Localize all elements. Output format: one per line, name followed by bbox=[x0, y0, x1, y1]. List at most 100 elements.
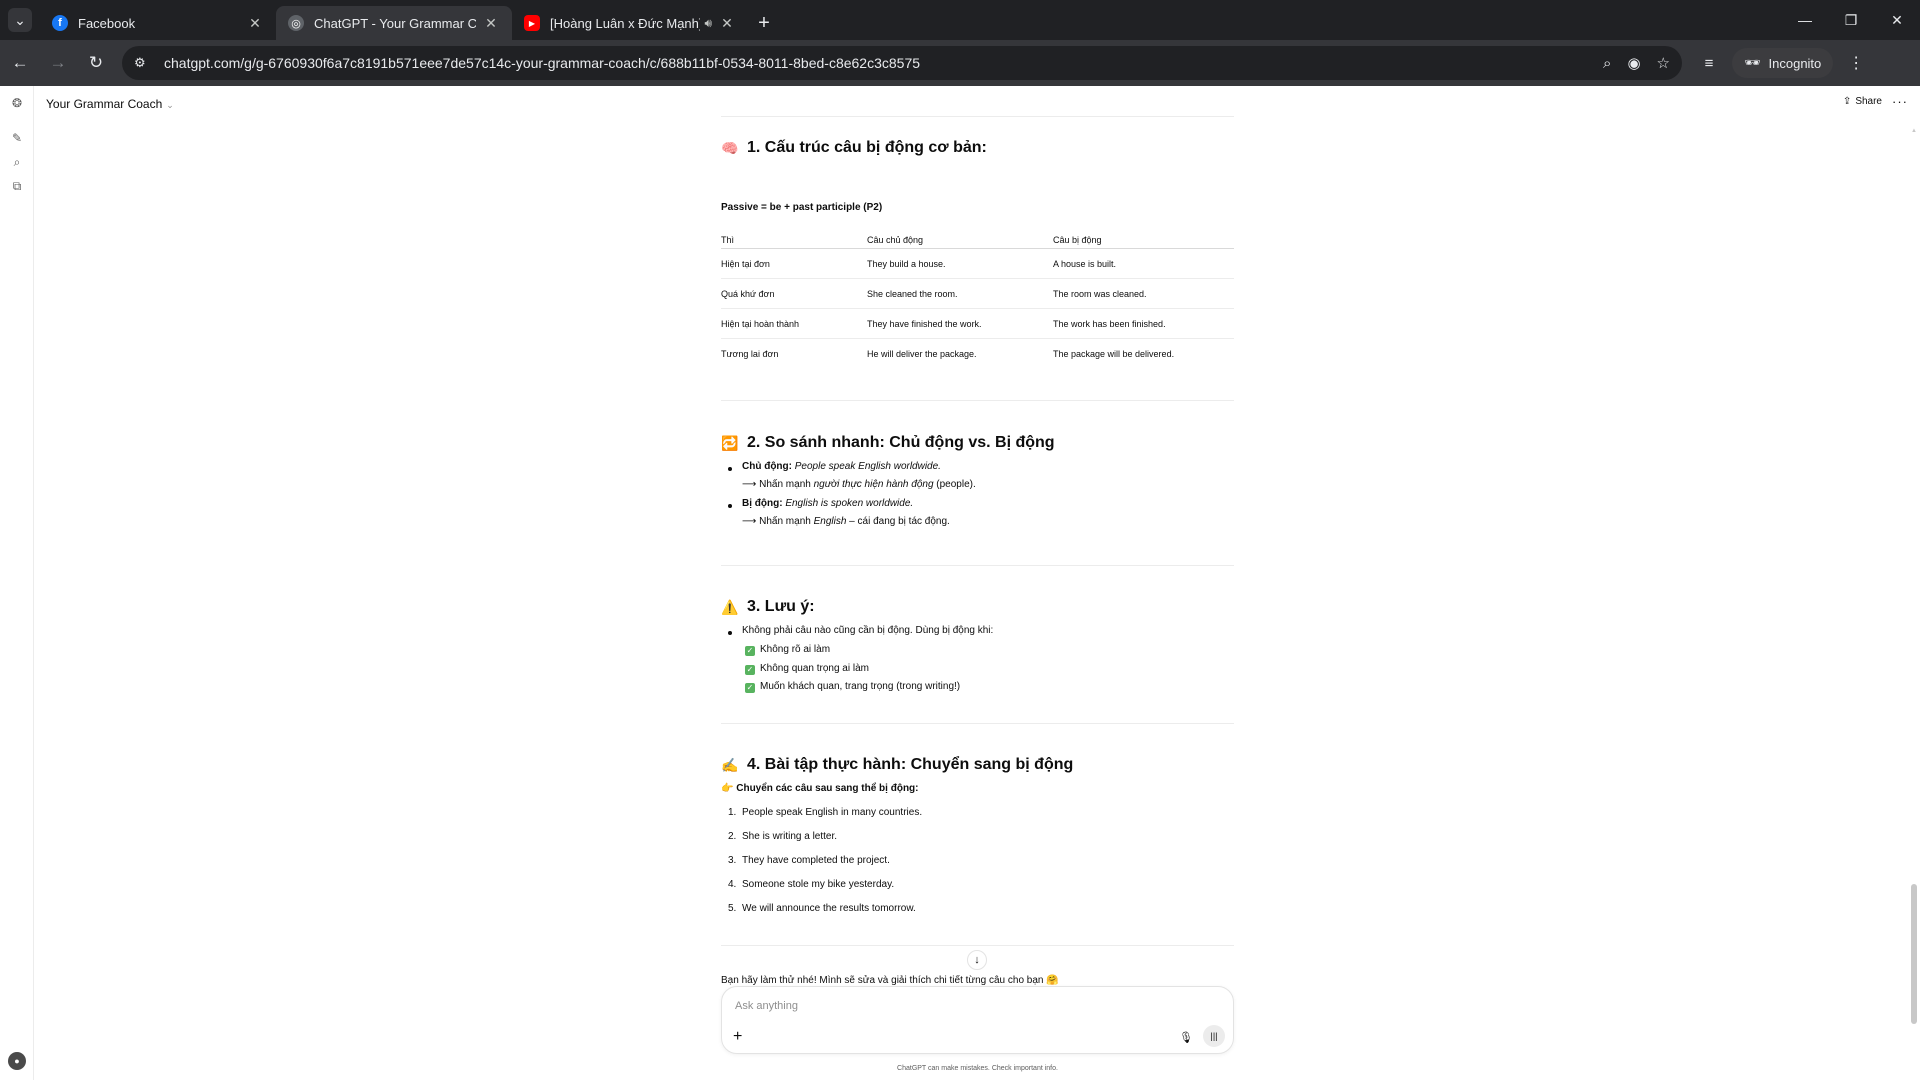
tab-search-button[interactable]: ⌄ bbox=[0, 0, 40, 40]
list-item: People speak English in many countries. bbox=[742, 807, 923, 818]
attach-plus-icon[interactable]: + bbox=[733, 1028, 742, 1046]
back-button[interactable]: ← bbox=[2, 45, 38, 81]
close-icon[interactable]: ✕ bbox=[246, 14, 264, 32]
item-label: Bị động: bbox=[742, 498, 783, 509]
bullet-icon bbox=[728, 467, 732, 471]
search-icon[interactable]: ⌕ bbox=[9, 154, 25, 170]
heading-text: 1. Cấu trúc câu bị động cơ bản: bbox=[747, 139, 987, 156]
share-button[interactable]: ⇪ Share bbox=[1843, 96, 1882, 107]
scrollbar[interactable]: ▲ ▼ bbox=[1908, 122, 1920, 1024]
list-item: Chủ động: People speak English worldwide… bbox=[742, 461, 941, 472]
table-row: Quá khứ đơn She cleaned the room. The ro… bbox=[721, 278, 1234, 309]
gpt-name: Your Grammar Coach bbox=[46, 97, 163, 111]
minimize-icon[interactable]: — bbox=[1782, 0, 1828, 40]
tab-chatgpt[interactable]: ◎ ChatGPT - Your Grammar Coach ✕ bbox=[276, 6, 512, 40]
table-cell: Tương lai đơn bbox=[721, 349, 779, 360]
incognito-icon: 🕶︎ bbox=[1744, 55, 1761, 70]
section-heading: ⚠️ 3. Lưu ý: bbox=[721, 598, 814, 616]
chatgpt-logo-icon[interactable]: ❂ bbox=[9, 95, 25, 111]
incognito-badge[interactable]: 🕶︎ Incognito bbox=[1732, 48, 1834, 78]
site-info-icon[interactable]: ⚙ bbox=[134, 55, 156, 71]
table-cell: He will deliver the package. bbox=[867, 349, 977, 360]
table-cell: They have finished the work. bbox=[867, 308, 1053, 339]
disclaimer: ChatGPT can make mistakes. Check importa… bbox=[897, 1065, 1058, 1072]
chevron-down-icon: ⌄ bbox=[8, 8, 32, 32]
note-emphasis: người thực hiện hành động bbox=[813, 479, 934, 490]
reload-button[interactable]: ↻ bbox=[78, 45, 114, 81]
forward-button[interactable]: → bbox=[40, 45, 76, 81]
zoom-icon[interactable]: ⌕ bbox=[1603, 55, 1611, 72]
scroll-to-bottom-button[interactable]: ↓ bbox=[967, 950, 987, 970]
close-icon[interactable]: ✕ bbox=[482, 14, 500, 32]
divider bbox=[721, 723, 1234, 724]
tab-youtube[interactable]: ▶ [Hoàng Luân x Đức Mạnh] Bạn 🔊︎ ✕ bbox=[512, 6, 748, 40]
voice-mode-button[interactable]: ||| bbox=[1203, 1025, 1225, 1047]
new-chat-icon[interactable]: ✎ bbox=[9, 130, 25, 146]
chevron-down-icon: ⌄ bbox=[166, 100, 174, 110]
list-item: They have completed the project. bbox=[742, 855, 890, 866]
tab-facebook[interactable]: f Facebook ✕ bbox=[40, 6, 276, 40]
table-header: Câu chủ động bbox=[867, 224, 1053, 249]
microphone-icon[interactable]: 🎙︎ bbox=[1179, 1031, 1193, 1044]
item-example: People speak English worldwide. bbox=[794, 461, 941, 472]
url-text[interactable]: chatgpt.com/g/g-6760930f6a7c8191b571eee7… bbox=[164, 55, 1587, 71]
message-composer[interactable]: Ask anything + 🎙︎ ||| bbox=[721, 986, 1234, 1054]
scroll-down-icon[interactable]: ▼ bbox=[1911, 1014, 1917, 1020]
scrollbar-thumb[interactable] bbox=[1911, 884, 1917, 1024]
note-prefix: ⟶ Nhấn mạnh bbox=[742, 516, 814, 527]
close-icon[interactable]: ✕ bbox=[718, 14, 736, 32]
section-heading: 🧠 1. Cấu trúc câu bị động cơ bản: bbox=[721, 139, 987, 157]
table-header: Thì bbox=[721, 224, 867, 249]
incognito-label: Incognito bbox=[1768, 55, 1822, 71]
bullet-icon bbox=[728, 631, 732, 635]
speaker-icon[interactable]: 🔊︎ bbox=[704, 16, 712, 31]
list-item: She is writing a letter. bbox=[742, 831, 838, 842]
scroll-up-icon[interactable]: ▲ bbox=[1911, 128, 1917, 134]
browser-menu-icon[interactable]: ⋮ bbox=[1841, 53, 1871, 73]
avatar[interactable]: ● bbox=[8, 1052, 26, 1070]
more-options-icon[interactable]: ··· bbox=[1892, 94, 1908, 109]
list-item-note: ⟶ Nhấn mạnh English – cái đang bị tác độ… bbox=[742, 516, 950, 527]
check-text: Không rõ ai làm bbox=[760, 644, 831, 655]
check-icon: ✓ bbox=[745, 682, 755, 693]
table-cell: Quá khứ đơn bbox=[721, 278, 867, 309]
note-emphasis: English bbox=[813, 516, 847, 527]
note-tail: – cái đang bị tác động. bbox=[846, 516, 950, 527]
divider bbox=[721, 945, 1234, 946]
note-tail: (people). bbox=[933, 479, 976, 490]
chatgpt-icon: ◎ bbox=[288, 15, 304, 31]
tracking-eye-icon[interactable]: ◉ bbox=[1627, 54, 1640, 72]
grammar-table: Thì Câu chủ động Câu bị động Hiện tại đơ… bbox=[721, 224, 1234, 368]
library-icon[interactable]: ⧉ bbox=[9, 178, 25, 194]
list-item: We will announce the results tomorrow. bbox=[742, 903, 916, 914]
composer-input[interactable]: Ask anything bbox=[735, 1000, 798, 1012]
pointer-icon: 👉 bbox=[721, 783, 734, 794]
gpt-selector[interactable]: Your Grammar Coach ⌄ bbox=[46, 97, 174, 111]
table-cell: Hiện tại đơn bbox=[721, 248, 867, 279]
close-window-icon[interactable]: ✕ bbox=[1874, 0, 1920, 40]
formula-text: Passive = be + past participle (P2) bbox=[721, 202, 883, 213]
browser-tab-bar: ⌄ f Facebook ✕ ◎ ChatGPT - Your Grammar … bbox=[0, 0, 1920, 40]
warning-icon: ⚠️ bbox=[721, 598, 739, 615]
item-label: Chủ động: bbox=[742, 461, 792, 472]
list-number: 2. bbox=[728, 831, 737, 842]
table-cell: They build a house. bbox=[867, 248, 1053, 279]
bullet-icon bbox=[728, 504, 732, 508]
chatgpt-app: ❂ ✎ ⌕ ⧉ ● Your Grammar Coach ⌄ ⇪ Share ··… bbox=[0, 86, 1920, 1080]
media-control-icon[interactable]: ≡ bbox=[1692, 55, 1726, 72]
bookmark-star-icon[interactable]: ☆ bbox=[1657, 54, 1670, 72]
list-item: Someone stole my bike yesterday. bbox=[742, 879, 895, 890]
divider bbox=[721, 400, 1234, 401]
tab-title: ChatGPT - Your Grammar Coach bbox=[314, 15, 476, 31]
new-tab-button[interactable]: + bbox=[748, 6, 780, 40]
note-prefix: ⟶ Nhấn mạnh bbox=[742, 479, 814, 490]
address-bar[interactable]: ⚙ chatgpt.com/g/g-6760930f6a7c8191b571ee… bbox=[122, 46, 1682, 80]
share-label: Share bbox=[1855, 96, 1882, 107]
check-icon: ✓ bbox=[745, 664, 755, 675]
list-number: 5. bbox=[728, 903, 737, 914]
closing-text: Bạn hãy làm thử nhé! Mình sẽ sửa và giải… bbox=[721, 975, 1059, 986]
repeat-icon: 🔁 bbox=[721, 434, 739, 451]
window-controls: — ❐ ✕ bbox=[1782, 0, 1920, 40]
restore-icon[interactable]: ❐ bbox=[1828, 0, 1874, 40]
table-cell: A house is built. bbox=[1053, 248, 1234, 279]
